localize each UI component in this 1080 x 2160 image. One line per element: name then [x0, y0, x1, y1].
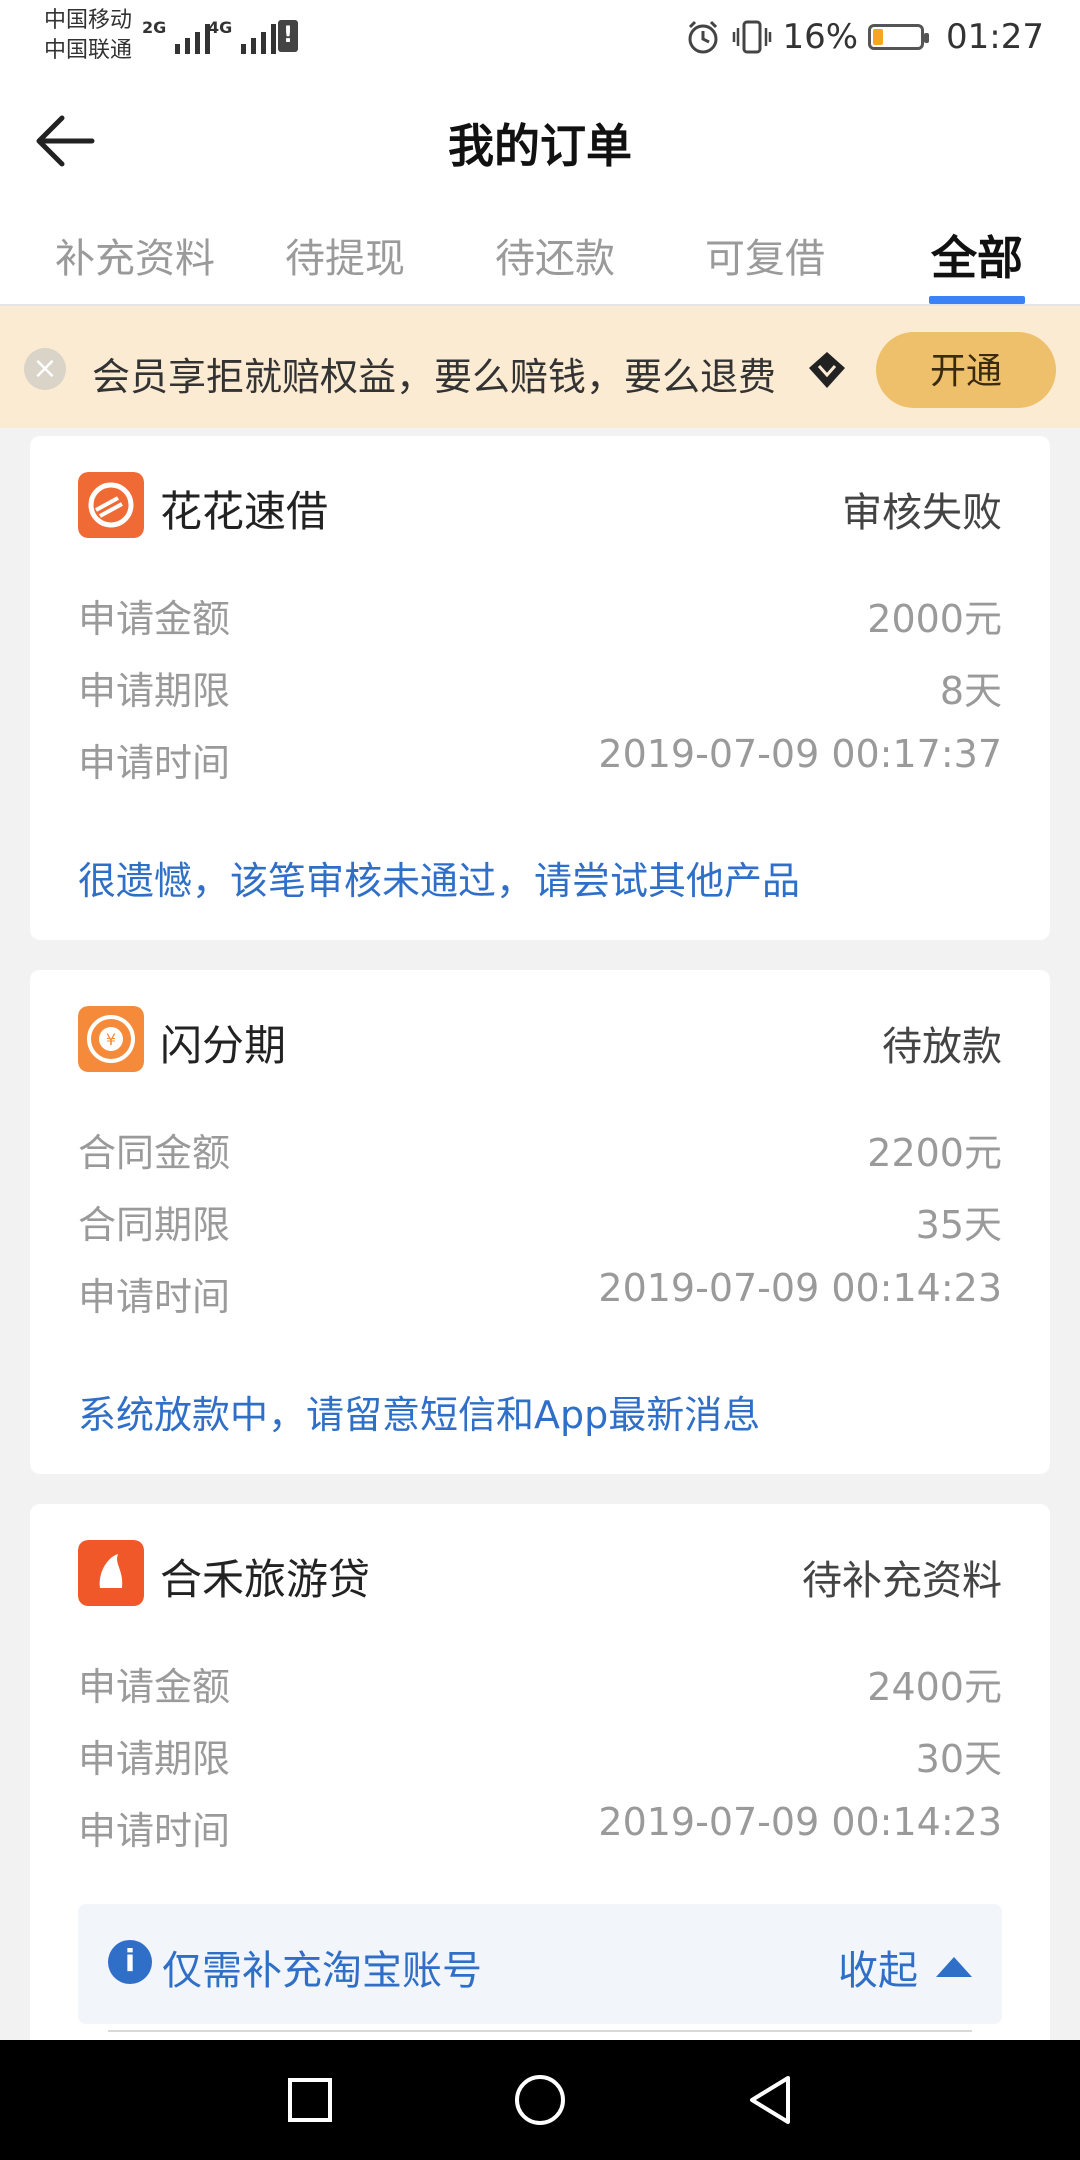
row-label: 申请期限 [78, 669, 231, 713]
status-right: 16% 01:27 [684, 14, 1044, 60]
shanfenqi-logo-icon: ¥ [78, 1006, 144, 1072]
detail-row: 申请时间 2019-07-09 00:14:23 [78, 1800, 1002, 1860]
svg-text:¥: ¥ [106, 1030, 116, 1049]
row-value: 2400元 [867, 1665, 1002, 1709]
back-icon[interactable] [740, 2070, 800, 2130]
row-value: 2019-07-09 00:14:23 [598, 1266, 1002, 1310]
tab-pending-withdraw[interactable]: 待提现 [280, 226, 410, 296]
tab-all[interactable]: 全部 [925, 222, 1029, 292]
carrier-2: 中国联通 [44, 38, 133, 63]
row-label: 申请期限 [78, 1737, 231, 1781]
notice-text: 仅需补充淘宝账号 [162, 1948, 482, 1994]
detail-row: 申请期限 30天 [78, 1728, 1002, 1788]
row-value: 2200元 [867, 1131, 1002, 1175]
divider [108, 2030, 972, 2032]
product-name: 花花速借 [160, 487, 329, 536]
network-type-2: 4G [208, 18, 233, 37]
tab-active-indicator [929, 296, 1025, 304]
row-value: 2019-07-09 00:17:37 [598, 732, 1002, 776]
header: 我的订单 [0, 76, 1080, 206]
row-label: 申请金额 [78, 1665, 231, 1709]
activate-button[interactable]: 开通 [876, 332, 1056, 408]
vibrate-icon [733, 20, 772, 54]
row-label: 申请时间 [78, 1809, 231, 1853]
supplement-notice: i 仅需补充淘宝账号 收起 [78, 1904, 1002, 2032]
detail-row: 申请时间 2019-07-09 00:17:37 [78, 732, 1002, 792]
banner-text: 会员享拒就赔权益，要么赔钱，要么退费 [92, 355, 777, 399]
home-icon[interactable] [510, 2070, 570, 2130]
product-name: 合禾旅游贷 [160, 1555, 371, 1604]
membership-banner: × 会员享拒就赔权益，要么赔钱，要么退费 开通 [0, 306, 1080, 428]
detail-row: 合同期限 35天 [78, 1194, 1002, 1254]
alert-icon: ! [278, 20, 298, 52]
row-value: 2000元 [867, 597, 1002, 641]
recent-apps-icon[interactable] [280, 2070, 340, 2130]
order-status: 待放款 [882, 1024, 1002, 1070]
order-note: 很遗憾，该笔审核未通过，请尝试其他产品 [78, 859, 801, 903]
product-name: 闪分期 [160, 1021, 287, 1070]
detail-row: 申请金额 2000元 [78, 588, 1002, 648]
row-label: 申请时间 [78, 1275, 231, 1319]
triangle-up-icon [936, 1957, 972, 1977]
detail-row: 申请期限 8天 [78, 660, 1002, 720]
info-icon: i [108, 1940, 152, 1984]
status-bar: 中国移动 中国联通 2G 4G ! 16% 01:27 [0, 0, 1080, 76]
row-value: 30天 [915, 1737, 1002, 1781]
order-status: 审核失败 [842, 490, 1002, 536]
huahua-logo-icon [78, 472, 144, 538]
order-card[interactable]: ¥ 闪分期 待放款 合同金额 2200元 合同期限 35天 申请时间 2019-… [30, 970, 1050, 1474]
hehe-travel-logo-icon [78, 1540, 144, 1606]
order-card[interactable]: 合禾旅游贷 待补充资料 申请金额 2400元 申请期限 30天 申请时间 201… [30, 1504, 1050, 2064]
order-note: 系统放款中，请留意短信和App最新消息 [78, 1393, 761, 1437]
network-type-1: 2G [142, 18, 167, 37]
battery-percent: 16% [782, 17, 859, 57]
system-nav-bar [0, 2040, 1080, 2160]
detail-row: 申请时间 2019-07-09 00:14:23 [78, 1266, 1002, 1326]
order-status: 待补充资料 [802, 1558, 1002, 1604]
row-label: 合同期限 [78, 1203, 231, 1247]
tab-bar: 补充资料 待提现 待还款 可复借 全部 [0, 206, 1080, 306]
tab-pending-repay[interactable]: 待还款 [490, 226, 620, 296]
row-label: 申请时间 [78, 741, 231, 785]
tab-reborrow[interactable]: 可复借 [700, 226, 830, 296]
carrier-info: 中国移动 中国联通 [44, 6, 132, 66]
row-value: 2019-07-09 00:14:23 [598, 1800, 1002, 1844]
collapse-button[interactable]: 收起 [838, 1938, 972, 1996]
battery-icon [868, 24, 930, 50]
alarm-icon [688, 20, 718, 54]
collapse-label: 收起 [838, 1948, 918, 1994]
detail-row: 合同金额 2200元 [78, 1122, 1002, 1182]
row-label: 申请金额 [78, 597, 231, 641]
tab-supplement[interactable]: 补充资料 [50, 226, 220, 296]
clock: 01:27 [946, 17, 1044, 57]
row-value: 8天 [939, 669, 1002, 713]
row-value: 35天 [915, 1203, 1002, 1247]
row-label: 合同金额 [78, 1131, 231, 1175]
signal-icon-2: 4G [208, 18, 277, 54]
page-title: 我的订单 [448, 119, 632, 173]
detail-row: 申请金额 2400元 [78, 1656, 1002, 1716]
diamond-icon [809, 352, 845, 388]
signal-icon-1: 2G [142, 18, 211, 54]
order-card[interactable]: 花花速借 审核失败 申请金额 2000元 申请期限 8天 申请时间 2019-0… [30, 436, 1050, 940]
close-icon[interactable]: × [24, 348, 66, 390]
carrier-1: 中国移动 [44, 8, 133, 33]
